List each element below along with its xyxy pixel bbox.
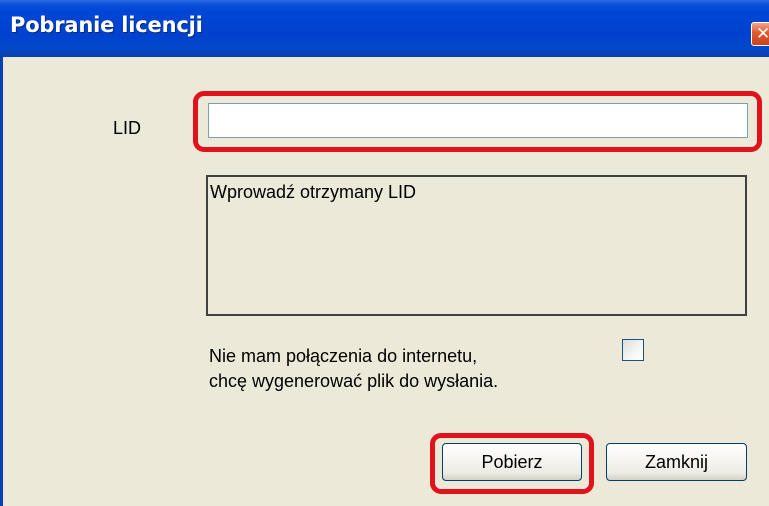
download-button[interactable]: Pobierz [442,443,582,481]
offline-checkbox[interactable] [622,339,644,361]
offline-label-line-1: Nie mam połączenia do internetu, [209,346,478,366]
lid-label: LID [113,118,142,138]
window-border [0,57,3,506]
close-icon: ✕ [756,24,769,44]
info-panel: Wprowadź otrzymany LID [206,175,747,316]
offline-option-label: Nie mam połączenia do internetu, chcę wy… [209,344,498,394]
close-window-button[interactable]: ✕ [751,22,769,46]
title-bar[interactable]: Pobranie licencji ✕ [0,0,769,57]
offline-label-line-2: chcę wygenerować plik do wysłania. [209,371,499,391]
license-dialog: Pobranie licencji ✕ LID Wprowadź otrzyma… [0,0,769,506]
info-message: Wprowadź otrzymany LID [210,182,417,202]
window-title: Pobranie licencji [10,13,203,37]
lid-input[interactable] [208,103,748,138]
close-button[interactable]: Zamknij [606,443,747,481]
